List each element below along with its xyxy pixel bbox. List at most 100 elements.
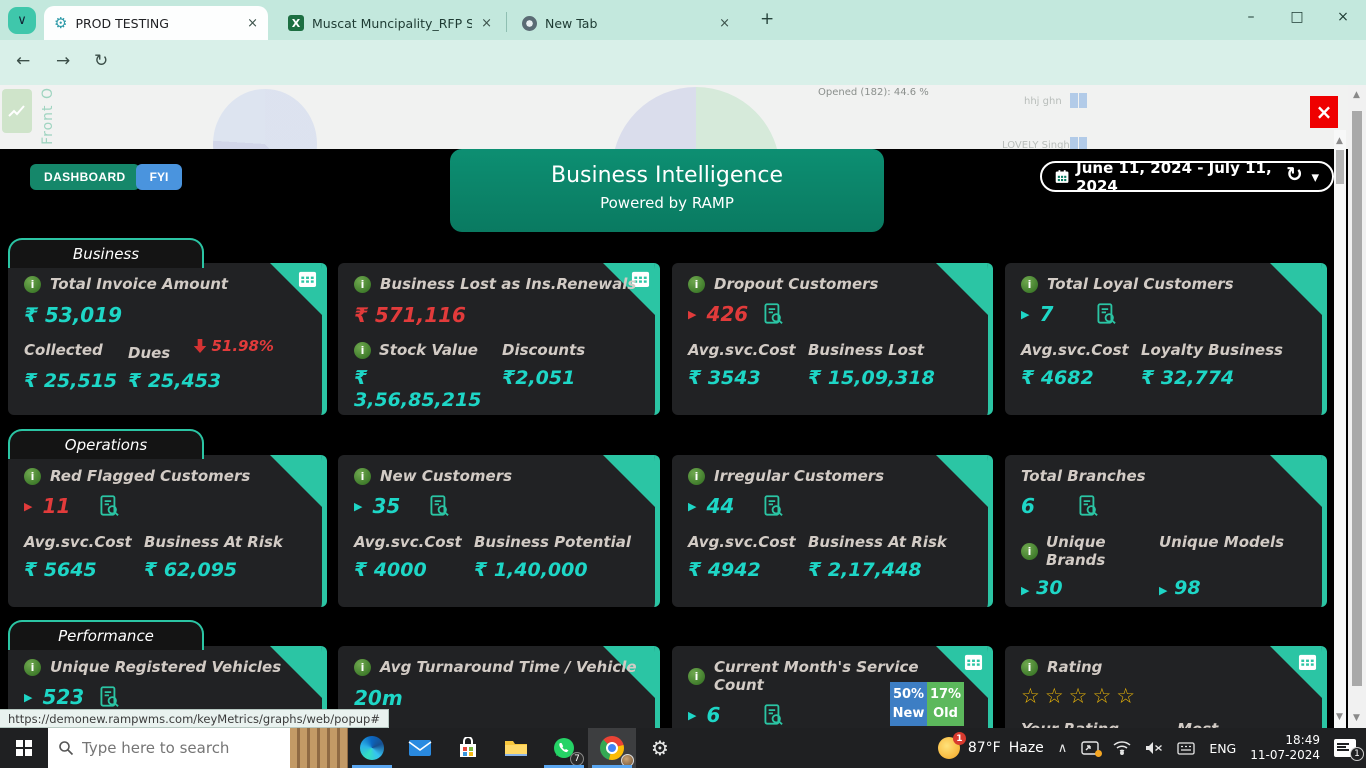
avg-svc-cost-label: Avg.svc.Cost xyxy=(354,533,458,551)
scroll-up-icon[interactable]: ▲ xyxy=(1353,90,1360,100)
tray-chevron-icon[interactable]: ∧ xyxy=(1058,741,1068,756)
tab-search-button[interactable]: ∨ xyxy=(8,7,36,34)
wifi-icon[interactable] xyxy=(1113,741,1131,755)
stock-value: ₹ 3,56,85,215 xyxy=(354,367,486,411)
calendar-icon xyxy=(1055,169,1069,184)
info-icon[interactable]: i xyxy=(354,659,371,676)
info-icon[interactable]: i xyxy=(688,468,705,485)
modal-close-button[interactable]: × xyxy=(1310,96,1338,128)
window-minimize-button[interactable]: – xyxy=(1234,9,1268,25)
cast-screen-icon[interactable] xyxy=(1081,741,1099,755)
volume-muted-icon[interactable] xyxy=(1145,741,1163,755)
info-icon[interactable]: i xyxy=(354,276,371,293)
reload-button[interactable]: ↻ xyxy=(94,51,108,71)
info-icon[interactable]: i xyxy=(24,276,41,293)
marker-icon: ▶ xyxy=(688,308,696,321)
scroll-up-icon[interactable]: ▲ xyxy=(1336,136,1343,146)
tab-close-icon[interactable]: × xyxy=(247,16,258,31)
language-indicator[interactable]: ENG xyxy=(1209,741,1236,756)
business-lost-label: Business Lost xyxy=(808,341,972,359)
collected-value: ₹ 25,515 xyxy=(24,370,122,392)
taskbar-mail[interactable] xyxy=(396,728,444,768)
report-search-icon[interactable] xyxy=(96,684,122,710)
report-search-icon[interactable] xyxy=(96,493,122,519)
taskbar-settings[interactable]: ⚙ xyxy=(636,728,684,768)
tab-prod-testing[interactable]: ⚙ PROD TESTING × xyxy=(44,6,268,40)
taskbar-file-explorer[interactable] xyxy=(492,728,540,768)
taskbar-edge[interactable] xyxy=(348,728,396,768)
row-label: LOVELY Singh xyxy=(1002,140,1070,149)
business-potential-value: ₹ 1,40,000 xyxy=(474,559,639,581)
business-at-risk-value: ₹ 2,17,448 xyxy=(808,559,972,581)
scroll-down-icon[interactable]: ▼ xyxy=(1336,712,1343,722)
weather-temp: 87°F xyxy=(968,740,1001,756)
taskbar-store[interactable] xyxy=(444,728,492,768)
search-highlight-image[interactable] xyxy=(290,728,348,768)
report-search-icon[interactable] xyxy=(1075,493,1101,519)
forward-button[interactable]: → xyxy=(56,51,70,71)
star-rating[interactable]: ☆☆☆☆☆ xyxy=(1021,684,1306,708)
section-tab-business[interactable]: Business xyxy=(8,238,204,268)
chart-thumbnail-icon xyxy=(2,89,32,133)
window-close-button[interactable]: × xyxy=(1326,9,1360,25)
tab-new-tab[interactable]: New Tab × xyxy=(512,6,740,40)
refresh-icon[interactable]: ↻ xyxy=(1286,162,1303,186)
delta-badge: 51.98% xyxy=(193,337,273,355)
info-icon[interactable]: i xyxy=(354,342,371,359)
report-search-icon[interactable] xyxy=(426,493,452,519)
new-customers-count: 35 xyxy=(372,494,416,518)
taskbar-whatsapp[interactable]: 7 xyxy=(540,728,588,768)
page-scrollbar[interactable]: ▲ ▼ xyxy=(1348,85,1366,728)
business-at-risk-value: ₹ 62,095 xyxy=(144,559,306,581)
dropout-count: 426 xyxy=(706,302,750,326)
your-rating-label: Your Rating xyxy=(1021,720,1161,728)
card-current-month-service-count: i Current Month's Service Count ▶ 6 50% … xyxy=(672,646,993,728)
tab-muscat-rfp[interactable]: X Muscat Muncipality_RFP Scope_ × xyxy=(278,6,502,40)
start-button[interactable] xyxy=(0,728,48,768)
section-tab-performance[interactable]: Performance xyxy=(8,620,204,650)
report-search-icon[interactable] xyxy=(1093,301,1119,327)
tab-title: New Tab xyxy=(545,16,597,31)
avg-svc-cost-value: ₹ 5645 xyxy=(24,559,128,581)
report-search-icon[interactable] xyxy=(760,702,786,728)
tab-close-icon[interactable]: × xyxy=(719,16,730,31)
report-search-icon[interactable] xyxy=(760,493,786,519)
info-icon[interactable]: i xyxy=(1021,543,1038,560)
search-input[interactable] xyxy=(82,739,252,757)
window-maximize-button[interactable]: □ xyxy=(1280,9,1314,25)
taskbar-chrome[interactable] xyxy=(588,728,636,768)
info-icon[interactable]: i xyxy=(24,468,41,485)
touch-keyboard-icon[interactable] xyxy=(1177,742,1195,755)
chrome-icon xyxy=(600,736,624,760)
scrollbar-thumb[interactable] xyxy=(1336,150,1344,184)
info-icon[interactable]: i xyxy=(1021,276,1038,293)
modal-scrollbar[interactable]: ▲ ▼ xyxy=(1334,130,1346,728)
dashboard-tab-button[interactable]: DASHBOARD xyxy=(30,164,140,190)
new-tab-button[interactable]: + xyxy=(760,9,774,29)
scroll-down-icon[interactable]: ▼ xyxy=(1353,713,1360,723)
info-icon[interactable]: i xyxy=(1021,659,1038,676)
avg-svc-cost-value: ₹ 4000 xyxy=(354,559,458,581)
info-icon[interactable]: i xyxy=(688,668,705,685)
avg-svc-cost-value: ₹ 4682 xyxy=(1021,367,1125,389)
background-pie-chart-2 xyxy=(612,87,780,149)
section-tab-operations[interactable]: Operations xyxy=(8,429,204,459)
info-icon[interactable]: i xyxy=(688,276,705,293)
unique-brands-label: Unique Brands xyxy=(1046,533,1151,569)
info-icon[interactable]: i xyxy=(24,659,41,676)
taskbar-search[interactable] xyxy=(48,728,348,768)
weather-widget[interactable]: 1 87°F Haze xyxy=(938,737,1044,759)
old-percentage: 17% xyxy=(927,685,964,704)
report-search-icon[interactable] xyxy=(760,301,786,327)
marker-icon: ▶ xyxy=(1021,308,1029,321)
back-button[interactable]: ← xyxy=(16,51,30,71)
business-at-risk-label: Business At Risk xyxy=(144,533,306,551)
card-title-text: Rating xyxy=(1047,658,1102,676)
notification-center-icon[interactable]: 1 xyxy=(1334,739,1356,757)
scrollbar-thumb[interactable] xyxy=(1352,111,1362,686)
fyi-tab-button[interactable]: FYI xyxy=(136,164,182,190)
info-icon[interactable]: i xyxy=(354,468,371,485)
avg-svc-cost-label: Avg.svc.Cost xyxy=(688,341,792,359)
tab-close-icon[interactable]: × xyxy=(481,16,492,31)
taskbar-clock[interactable]: 18:49 11-07-2024 xyxy=(1250,733,1320,763)
